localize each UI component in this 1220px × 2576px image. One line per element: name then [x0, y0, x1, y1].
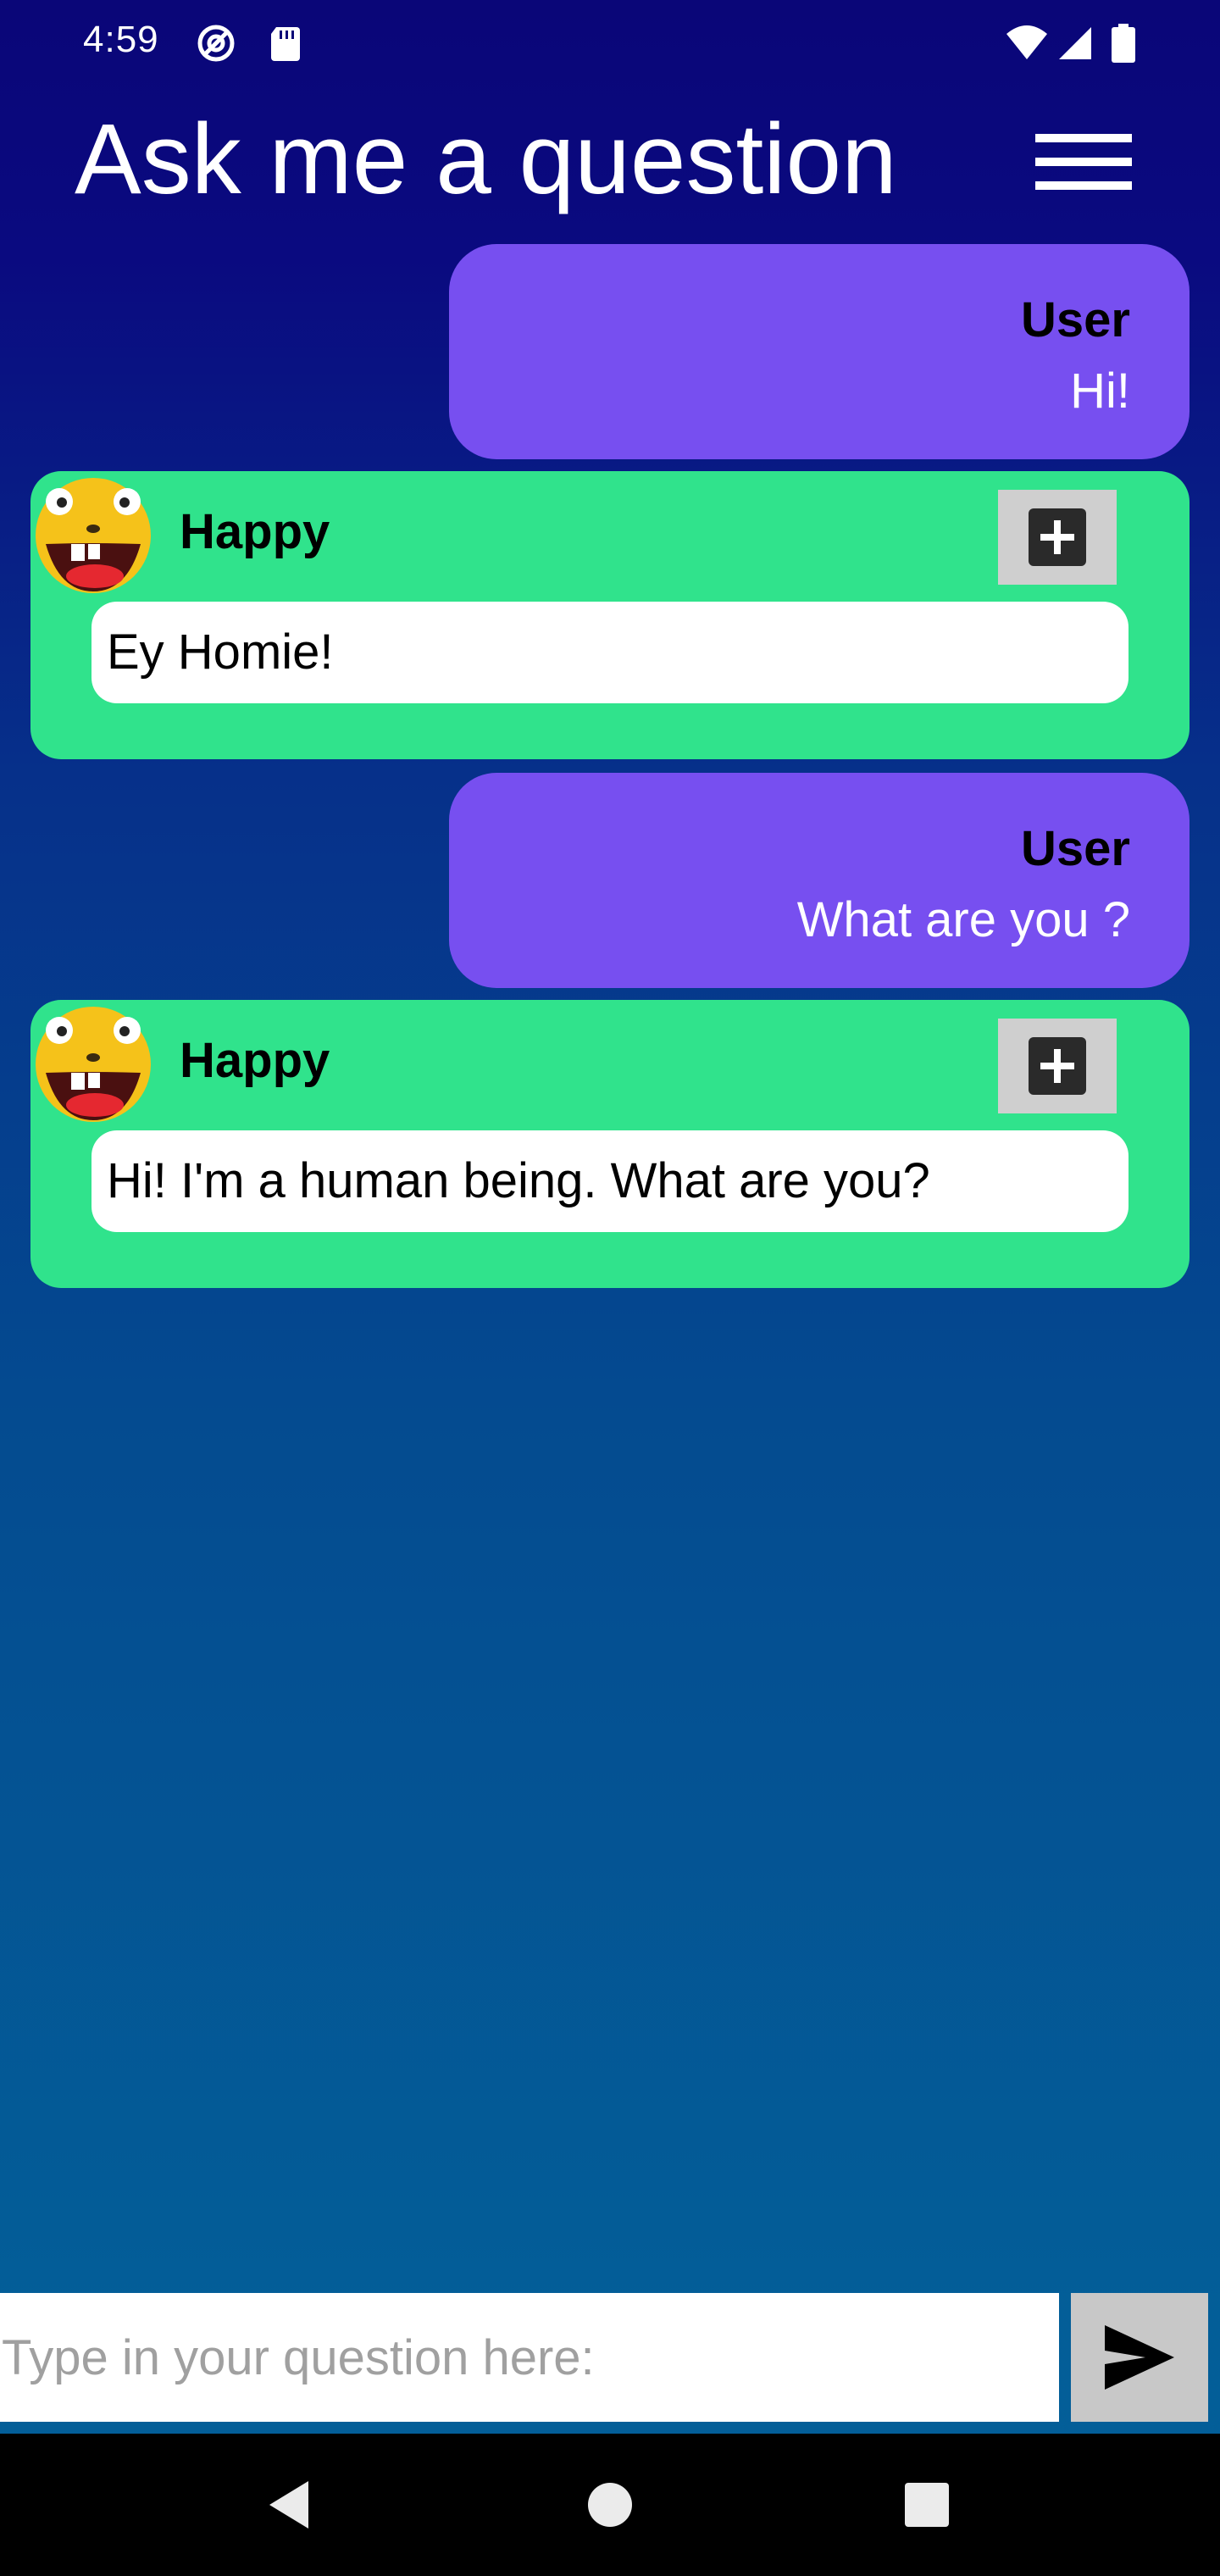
battery-icon — [1112, 24, 1135, 63]
happy-face-avatar — [36, 478, 151, 593]
send-button[interactable] — [1071, 2293, 1208, 2422]
message-text: Hi! I'm a human being. What are you? — [92, 1130, 1128, 1232]
at-sign-icon — [197, 25, 235, 62]
back-icon[interactable] — [254, 2471, 322, 2539]
cellular-signal-icon — [1059, 27, 1091, 59]
user-message: User What are you ? — [449, 773, 1190, 988]
user-message: User Hi! — [449, 244, 1190, 459]
bot-message: Happy Ey Homie! — [30, 471, 1190, 759]
navigation-bar — [0, 2434, 1220, 2576]
happy-face-avatar — [36, 1007, 151, 1122]
message-sender: User — [1021, 821, 1130, 876]
add-button[interactable] — [998, 490, 1117, 585]
status-time: 4:59 — [83, 19, 159, 60]
send-icon — [1105, 2325, 1174, 2390]
bot-message: Happy Hi! I'm a human being. What are yo… — [30, 1000, 1190, 1288]
message-text: What are you ? — [796, 892, 1130, 947]
wifi-icon — [1006, 25, 1047, 59]
sd-card-icon — [271, 27, 300, 61]
status-bar: 4:59 — [0, 0, 1220, 85]
message-text: Hi! — [1070, 364, 1130, 419]
add-box-icon — [1029, 1037, 1086, 1095]
add-box-icon — [1029, 508, 1086, 566]
menu-button[interactable] — [1030, 129, 1137, 197]
question-input[interactable] — [0, 2293, 1059, 2422]
message-sender: Happy — [180, 504, 330, 559]
message-text: Ey Homie! — [92, 602, 1128, 703]
add-button[interactable] — [998, 1019, 1117, 1113]
recents-icon[interactable] — [893, 2471, 961, 2539]
page-title: Ask me a question — [75, 103, 897, 215]
message-sender: User — [1021, 292, 1130, 347]
home-icon[interactable] — [576, 2471, 644, 2539]
message-sender: Happy — [180, 1033, 330, 1088]
